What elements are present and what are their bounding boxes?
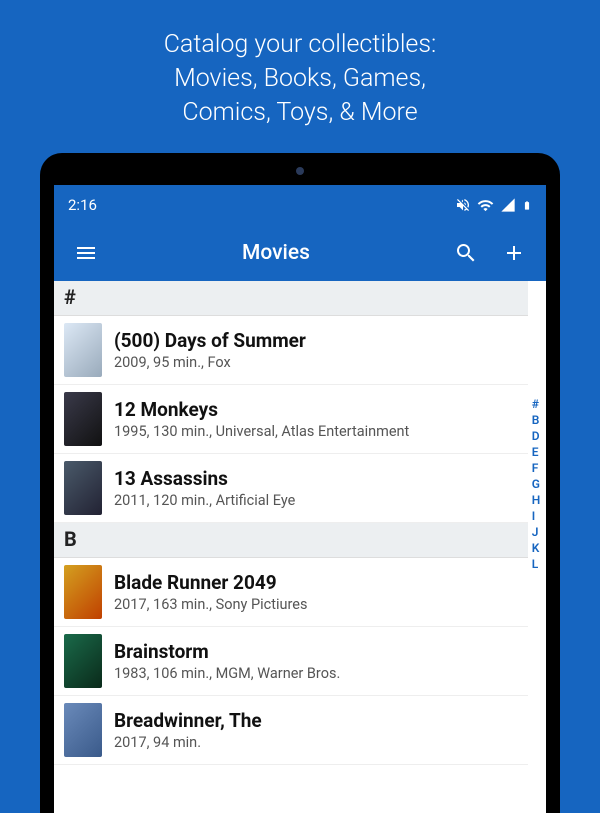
index-letter[interactable]: B xyxy=(532,412,541,428)
movie-subtitle: 2017, 163 min., Sony Pictiures xyxy=(114,596,518,613)
movie-subtitle: 1995, 130 min., Universal, Atlas Enterta… xyxy=(114,423,518,440)
movie-thumbnail xyxy=(64,323,102,377)
tablet-frame: 2:16 Movies # (500) Days of Summer 2009, 9… xyxy=(40,153,560,813)
movie-thumbnail xyxy=(64,565,102,619)
screen: 2:16 Movies # (500) Days of Summer 2009, 9… xyxy=(54,185,546,813)
index-letter[interactable]: F xyxy=(532,460,541,476)
movie-subtitle: 2017, 94 min. xyxy=(114,734,518,751)
movie-title: (500) Days of Summer xyxy=(114,329,518,352)
movie-thumbnail xyxy=(64,703,102,757)
list-item[interactable]: Brainstorm 1983, 106 min., MGM, Warner Br… xyxy=(54,627,528,696)
mute-icon xyxy=(455,197,471,213)
clock: 2:16 xyxy=(68,196,97,214)
movie-title: Breadwinner, The xyxy=(114,709,518,732)
movie-title: 13 Assassins xyxy=(114,467,518,490)
list-area: # (500) Days of Summer 2009, 95 min., Fox 1… xyxy=(54,281,546,813)
index-letter[interactable]: I xyxy=(532,508,541,524)
app-bar: Movies xyxy=(54,225,546,281)
index-letter[interactable]: D xyxy=(532,428,541,444)
list-item[interactable]: (500) Days of Summer 2009, 95 min., Fox xyxy=(54,316,528,385)
promo-line: Comics, Toys, & More xyxy=(40,96,560,130)
promo-line: Movies, Books, Games, xyxy=(40,62,560,96)
section-header: B xyxy=(54,523,528,558)
promo-line: Catalog your collectibles: xyxy=(40,28,560,62)
list-item[interactable]: 13 Assassins 2011, 120 min., Artificial E… xyxy=(54,454,528,523)
menu-button[interactable] xyxy=(66,233,106,273)
movie-title: 12 Monkeys xyxy=(114,398,518,421)
index-letter[interactable]: G xyxy=(532,476,541,492)
index-letter[interactable]: E xyxy=(532,444,541,460)
movie-subtitle: 1983, 106 min., MGM, Warner Bros. xyxy=(114,665,518,682)
status-icons xyxy=(455,197,532,214)
movie-thumbnail xyxy=(64,461,102,515)
status-bar: 2:16 xyxy=(54,185,546,225)
movie-subtitle: 2011, 120 min., Artificial Eye xyxy=(114,492,518,509)
list-item[interactable]: 12 Monkeys 1995, 130 min., Universal, Atl… xyxy=(54,385,528,454)
signal-icon xyxy=(500,197,516,213)
list-item[interactable]: Blade Runner 2049 2017, 163 min., Sony Pi… xyxy=(54,558,528,627)
add-button[interactable] xyxy=(494,233,534,273)
hamburger-icon xyxy=(74,241,98,265)
movie-thumbnail xyxy=(64,392,102,446)
index-letter[interactable]: K xyxy=(532,540,541,556)
alpha-index-rail: #BDEFGHIJKL xyxy=(528,281,546,813)
wifi-icon xyxy=(477,197,494,214)
index-letter[interactable]: # xyxy=(532,396,541,412)
search-button[interactable] xyxy=(446,233,486,273)
movie-title: Blade Runner 2049 xyxy=(114,571,518,594)
movie-thumbnail xyxy=(64,634,102,688)
promo-heading: Catalog your collectibles: Movies, Books… xyxy=(0,0,600,153)
list-item[interactable]: Breadwinner, The 2017, 94 min. xyxy=(54,696,528,765)
index-letter[interactable]: L xyxy=(532,556,541,572)
movie-list[interactable]: # (500) Days of Summer 2009, 95 min., Fox 1… xyxy=(54,281,528,813)
movie-subtitle: 2009, 95 min., Fox xyxy=(114,354,518,371)
page-title: Movies xyxy=(114,241,438,265)
index-letter[interactable]: H xyxy=(532,492,541,508)
section-header: # xyxy=(54,281,528,316)
battery-icon xyxy=(522,197,532,214)
movie-title: Brainstorm xyxy=(114,640,518,663)
front-camera xyxy=(296,167,304,175)
index-letter[interactable]: J xyxy=(532,524,541,540)
search-icon xyxy=(454,241,478,265)
plus-icon xyxy=(502,241,526,265)
